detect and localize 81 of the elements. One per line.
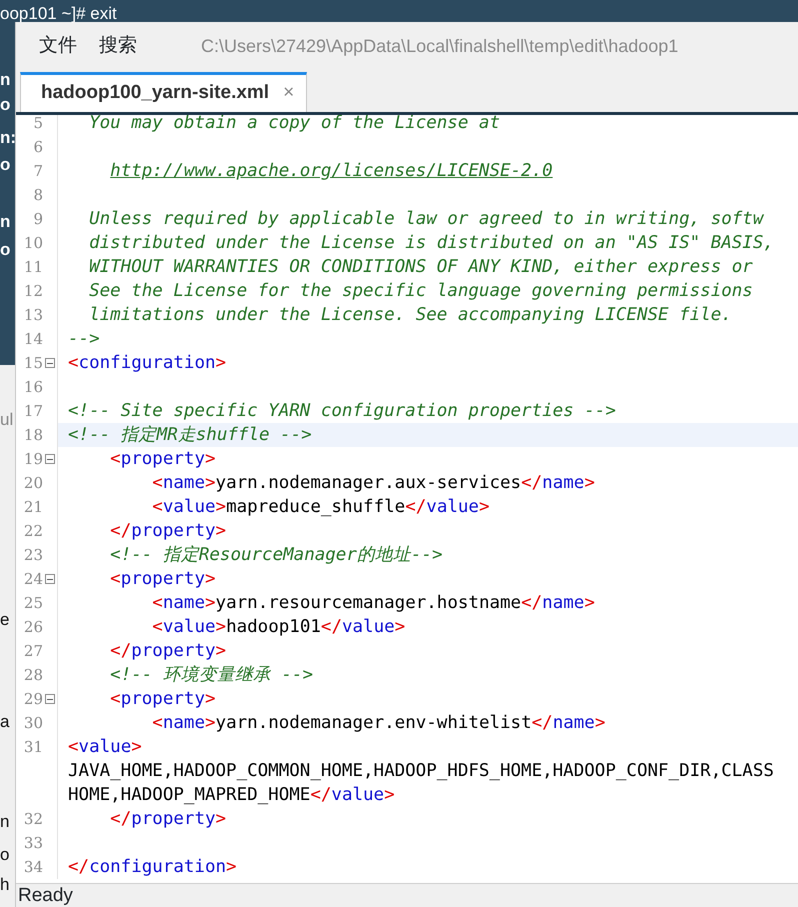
code-line: <name>yarn.nodemanager.env-whitelist</name> — [151, 712, 606, 735]
code-line: <property> — [109, 568, 216, 591]
code-line: <name>yarn.resourcemanager.hostname</name> — [151, 592, 595, 615]
code-line: <property> — [109, 688, 216, 711]
background-text: e — [0, 610, 10, 630]
background-text: h — [0, 875, 10, 895]
menu-item[interactable]: 文件 — [39, 32, 77, 60]
code-line: JAVA_HOME,HADOOP_COMMON_HOME,HADOOP_HDFS_HOME,HADOOP_CONF_DIR,CLASS — [67, 760, 774, 783]
line-number: 34 — [22, 856, 43, 878]
code-line: <name>yarn.nodemanager.aux-services</name> — [151, 472, 595, 495]
terminal-text: oop101 ~]# exit — [0, 3, 117, 25]
line-number: 11 — [22, 256, 43, 278]
code-line: You may obtain a copy of the License at — [88, 115, 500, 135]
code-line: HOME,HADOOP_MAPRED_HOME</value> — [67, 784, 395, 807]
background-text: a — [0, 712, 10, 732]
line-number: 24 — [22, 568, 43, 590]
background-text: o — [0, 155, 10, 175]
code-line: <value>mapreduce_shuffle</value> — [151, 496, 490, 519]
line-number: 8 — [32, 184, 43, 206]
line-number: 17 — [22, 400, 43, 422]
line-number: 28 — [22, 664, 43, 686]
line-number: 22 — [22, 520, 43, 542]
line-number: 10 — [22, 232, 43, 254]
code-line: <!-- 指定MR走shuffle --> — [67, 424, 312, 447]
line-number: 32 — [22, 808, 43, 830]
menu-item[interactable]: 搜索 — [99, 32, 137, 60]
code-line: --> — [67, 328, 100, 351]
background-text: n — [0, 212, 10, 232]
code-line: <value> — [67, 736, 142, 759]
code-line: <!-- 环境变量继承 --> — [109, 664, 313, 687]
line-number: 9 — [32, 208, 43, 230]
line-number: 25 — [22, 592, 43, 614]
background-text: n — [0, 70, 10, 90]
code-line: </configuration> — [67, 856, 237, 879]
line-number: 23 — [22, 544, 43, 566]
code-line: distributed under the License is distributed on an "AS IS" BASIS, — [88, 232, 774, 255]
background-text: o — [0, 845, 10, 865]
line-number: 16 — [22, 376, 43, 398]
code-line: <!-- Site specific YARN configuration properties --> — [67, 400, 616, 423]
file-path: C:\Users\27429\AppData\Local\finalshell\temp\edit\hadoop1 — [201, 34, 678, 58]
code-line: <!-- 指定ResourceManager的地址--> — [109, 544, 442, 567]
line-number: 19 — [22, 448, 43, 470]
line-number: 12 — [22, 280, 43, 302]
collapse-icon[interactable] — [45, 694, 55, 704]
line-number: 14 — [22, 328, 43, 350]
code-line: See the License for the specific language governing permissions — [88, 280, 753, 303]
line-number: 20 — [22, 472, 43, 494]
file-tab[interactable]: hadoop100_yarn-site.xml × — [20, 72, 308, 112]
status-text: Ready — [16, 883, 798, 907]
code-line: <property> — [109, 448, 216, 471]
collapse-icon[interactable] — [45, 358, 55, 368]
code-line: WITHOUT WARRANTIES OR CONDITIONS OF ANY KIND, either express or — [88, 256, 753, 279]
background-text: ul — [0, 410, 14, 430]
line-number: 15 — [22, 352, 43, 374]
close-button[interactable]: × — [283, 79, 294, 108]
background-text: o — [0, 95, 10, 115]
code-line: <configuration> — [67, 352, 226, 375]
code-line: <value>hadoop101</value> — [151, 616, 406, 639]
collapse-icon[interactable] — [45, 574, 55, 584]
code-line: </property> — [109, 808, 226, 831]
line-number: 29 — [22, 688, 43, 710]
line-number: 30 — [22, 712, 43, 734]
line-number: 26 — [22, 616, 43, 638]
line-number: 31 — [22, 736, 43, 758]
line-number: 33 — [22, 832, 43, 854]
code-line: limitations under the License. See accompanying LICENSE file. — [88, 304, 732, 327]
background-text: o — [0, 240, 10, 260]
code-line: Unless required by applicable law or agreed to in writing, softw — [88, 208, 764, 231]
background-text: n — [0, 812, 10, 832]
collapse-icon[interactable] — [45, 454, 55, 464]
code-line: </property> — [109, 520, 226, 543]
line-number: 5 — [32, 115, 43, 134]
background-text: n: — [0, 128, 16, 148]
code-line: http://www.apache.org/licenses/LICENSE-2.0 — [109, 160, 553, 183]
line-number: 7 — [32, 160, 43, 182]
line-number: 18 — [22, 424, 43, 446]
line-number: 27 — [22, 640, 43, 662]
code-line: </property> — [109, 640, 226, 663]
line-number: 21 — [22, 496, 43, 518]
line-number: 13 — [22, 304, 43, 326]
line-number: 6 — [32, 136, 43, 158]
